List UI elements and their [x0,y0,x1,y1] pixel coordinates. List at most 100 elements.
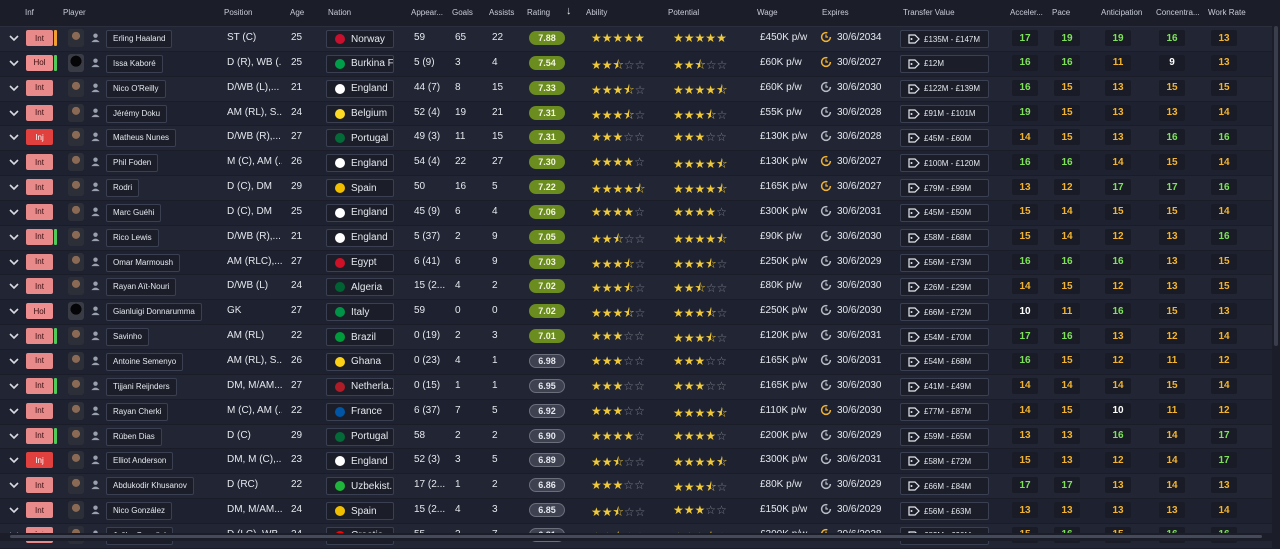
table-row[interactable]: Int Savinho AM (RL) 22 Brazil 0 (19) 2 3… [0,325,1272,350]
transfer-value-button[interactable]: £45M - £60M [900,129,989,148]
player-name[interactable]: Erling Haaland [106,30,173,48]
player-name[interactable]: Phil Foden [106,154,159,173]
col-ability[interactable]: Ability [586,8,607,17]
inf-badge[interactable]: Int [26,427,53,444]
nation-button[interactable]: Spain [326,502,394,521]
nation-button[interactable]: Portugal [326,129,394,148]
col-nation[interactable]: Nation [328,8,351,17]
nation-button[interactable]: Netherla... [326,377,394,396]
transfer-value-button[interactable]: £54M - £70M [900,328,989,347]
inf-badge[interactable]: Int [26,228,53,245]
col-rating[interactable]: Rating [527,8,550,17]
table-row[interactable]: Int Tijjani Reijnders DM, M/AM... 27 Net… [0,374,1272,400]
nation-button[interactable]: England [326,79,394,98]
chevron-down-icon[interactable] [8,479,20,491]
table-row[interactable]: Int Omar Marmoush AM (RLC),... 27 Egypt … [0,250,1272,276]
nation-button[interactable]: Brazil [326,328,394,347]
col-pace[interactable]: Pace [1052,8,1070,17]
col-anticipation[interactable]: Anticipation [1101,8,1142,17]
table-row[interactable]: Int Marc Guéhi D (C), DM 25 England 45 (… [0,200,1272,226]
inf-badge[interactable]: Int [26,402,53,419]
inf-badge[interactable]: Int [26,377,53,394]
transfer-value-button[interactable]: £56M - £63M [900,502,989,521]
table-row[interactable]: Int Nico O'Reilly D/WB (L),... 21 Englan… [0,76,1272,102]
inf-badge[interactable]: Inj [26,452,53,469]
transfer-value-button[interactable]: £91M - £101M [900,104,989,123]
table-row[interactable]: Int Rayan Aït-Nouri D/WB (L) 24 Algeria … [0,275,1272,301]
vertical-scrollbar[interactable] [1272,26,1280,531]
nation-button[interactable]: Spain [326,179,394,198]
player-name[interactable]: Tijjani Reijnders [106,377,177,396]
nation-button[interactable]: Italy [326,303,394,322]
inf-badge[interactable]: Int [26,328,53,345]
table-row[interactable]: Inj Matheus Nunes D/WB (R),... 27 Portug… [0,126,1272,152]
chevron-down-icon[interactable] [8,57,20,69]
inf-badge[interactable]: Int [26,477,53,494]
table-row[interactable]: Int Phil Foden M (C), AM (... 26 England… [0,151,1272,177]
chevron-down-icon[interactable] [8,280,20,292]
player-name[interactable]: Rodri [106,179,140,198]
player-name[interactable]: Nico González [106,502,173,521]
player-name[interactable]: Elliot Anderson [106,452,174,471]
chevron-down-icon[interactable] [8,504,20,516]
col-acceleration[interactable]: Acceler... [1010,8,1043,17]
col-age[interactable]: Age [290,8,304,17]
nation-button[interactable]: England [326,452,394,471]
col-assists[interactable]: Assists [489,8,514,17]
chevron-down-icon[interactable] [8,32,20,44]
transfer-value-button[interactable]: £135M - £147M [900,30,989,48]
player-name[interactable]: Antoine Semenyo [106,352,184,371]
player-name[interactable]: Rayan Cherki [106,402,169,421]
inf-badge[interactable]: Inj [26,129,53,146]
player-name[interactable]: Abdukodir Khusanov [106,477,194,496]
inf-badge[interactable]: Hol [26,54,53,71]
player-name[interactable]: Matheus Nunes [106,129,177,148]
table-row[interactable]: Int Erling Haaland ST (C) 25 Norway 59 6… [0,27,1272,52]
inf-badge[interactable]: Int [26,179,53,196]
col-player[interactable]: Player [63,8,86,17]
player-name[interactable]: Jérémy Doku [106,104,168,123]
nation-button[interactable]: England [326,154,394,173]
transfer-value-button[interactable]: £100M - £120M [900,154,989,173]
chevron-down-icon[interactable] [8,430,20,442]
chevron-down-icon[interactable] [8,231,20,243]
chevron-down-icon[interactable] [8,454,20,466]
col-concentration[interactable]: Concentra... [1156,8,1200,17]
player-name[interactable]: Rúben Dias [106,427,162,446]
transfer-value-button[interactable]: £45M - £50M [900,203,989,222]
chevron-down-icon[interactable] [8,156,20,168]
table-row[interactable]: Int Antoine Semenyo AM (RL), S... 26 Gha… [0,349,1272,375]
transfer-value-button[interactable]: £56M - £73M [900,253,989,272]
transfer-value-button[interactable]: £77M - £87M [900,402,989,421]
chevron-down-icon[interactable] [8,330,20,342]
col-expires[interactable]: Expires [822,8,849,17]
nation-button[interactable]: Portugal [326,427,394,446]
transfer-value-button[interactable]: £59M - £65M [900,427,989,446]
inf-badge[interactable]: Int [26,79,53,96]
table-row[interactable]: Int Rodri D (C), DM 29 Spain 50 16 5 7.2… [0,176,1272,201]
vertical-scrollbar-thumb[interactable] [1274,26,1278,346]
chevron-down-icon[interactable] [8,82,20,94]
transfer-value-button[interactable]: £41M - £49M [900,377,989,396]
nation-button[interactable]: Burkina F... [326,54,394,73]
transfer-value-button[interactable]: £66M - £84M [900,477,989,496]
transfer-value-button[interactable]: £12M [900,54,989,73]
chevron-down-icon[interactable] [8,405,20,417]
col-goals[interactable]: Goals [452,8,473,17]
inf-badge[interactable]: Int [26,502,53,519]
player-name[interactable]: Marc Guéhi [106,203,162,222]
table-row[interactable]: Int Nico González DM, M/AM... 24 Spain 1… [0,499,1272,524]
col-wage[interactable]: Wage [757,8,778,17]
table-row[interactable]: Hol Gianluigi Donnarumma GK 27 Italy 59 … [0,300,1272,326]
player-name[interactable]: Gianluigi Donnarumma [106,303,202,322]
inf-badge[interactable]: Int [26,352,53,369]
transfer-value-button[interactable]: £54M - £68M [900,352,989,371]
chevron-down-icon[interactable] [8,355,20,367]
table-row[interactable]: Int Rayan Cherki M (C), AM (... 22 Franc… [0,399,1272,425]
sort-arrow-icon[interactable]: ↓ [566,5,572,17]
player-name[interactable]: Omar Marmoush [106,253,181,272]
chevron-down-icon[interactable] [8,131,20,143]
chevron-down-icon[interactable] [8,181,20,193]
table-row[interactable]: Int Abdukodir Khusanov D (RC) 22 Uzbekis… [0,474,1272,500]
chevron-down-icon[interactable] [8,256,20,268]
